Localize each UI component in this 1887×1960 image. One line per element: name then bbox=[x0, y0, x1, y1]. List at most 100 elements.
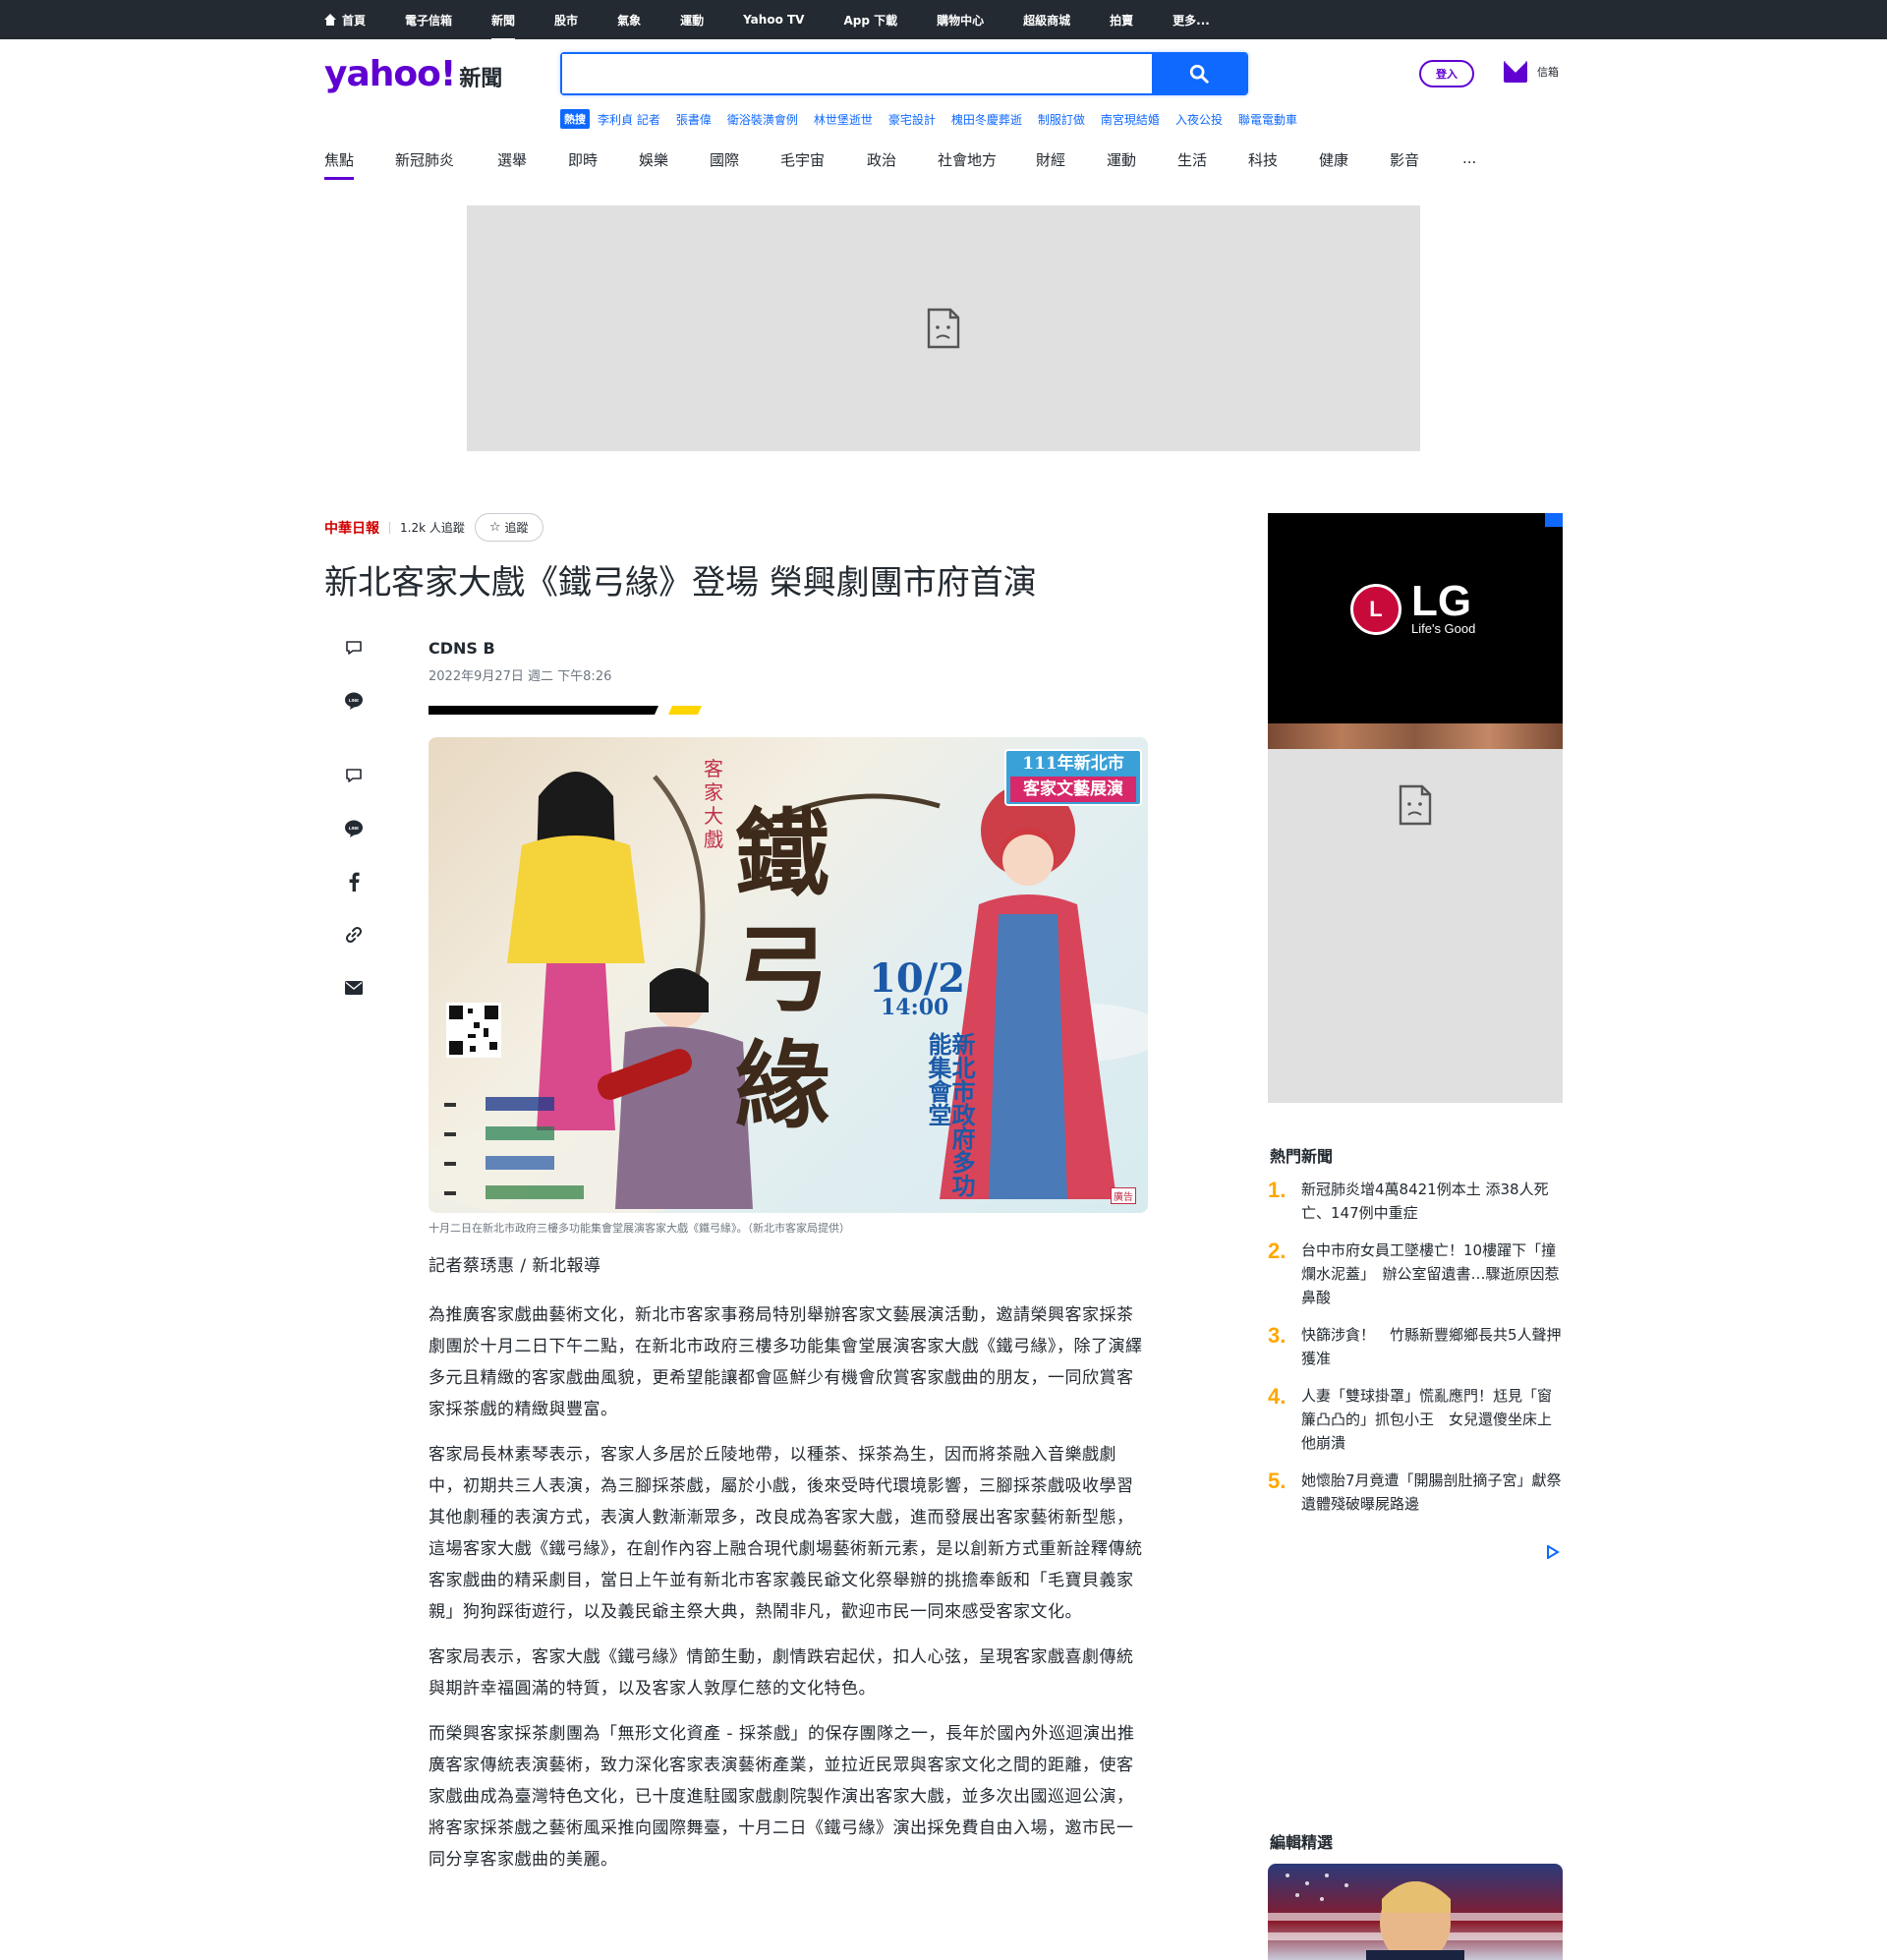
top-nav-label: 購物中心 bbox=[937, 13, 985, 28]
mail-link[interactable]: 信箱 bbox=[1504, 61, 1559, 83]
top-nav-item[interactable]: Yahoo TV bbox=[743, 13, 804, 27]
trending-item[interactable]: 1. 新冠肺炎增4萬8421例本土 添38人死亡、147例中重症 bbox=[1268, 1178, 1563, 1225]
hot-search-link[interactable]: 張書偉 bbox=[676, 111, 712, 128]
hot-search-link[interactable]: 李利貞 記者 bbox=[598, 111, 660, 128]
trending-headline: 台中市府女員工墜樓亡！10樓躍下「撞爛水泥蓋」 辦公室留遺書…驟逝原因惹鼻酸 bbox=[1301, 1241, 1560, 1306]
facebook-icon[interactable] bbox=[343, 871, 365, 893]
editor-picks-title: 編輯精選 bbox=[1270, 1833, 1334, 1852]
top-nav-item[interactable]: 氣象 bbox=[617, 12, 641, 29]
hot-search-link[interactable]: 衛浴裝潢會例 bbox=[727, 111, 798, 128]
hot-search-link[interactable]: 豪宅設計 bbox=[888, 111, 936, 128]
category-tab[interactable]: 選舉 bbox=[497, 149, 527, 170]
category-tab[interactable]: 財經 bbox=[1036, 149, 1065, 170]
category-tab[interactable]: 政治 bbox=[867, 149, 896, 170]
hot-search-link[interactable]: 入夜公投 bbox=[1175, 111, 1223, 128]
hot-search-link[interactable]: 槐田冬慶葬逝 bbox=[951, 111, 1022, 128]
trending-item[interactable]: 5. 她懷胎7月竟遭「開腸剖肚摘子宮」獻祭 遺體殘破曝屍路邊 bbox=[1268, 1469, 1576, 1516]
top-nav-item[interactable]: 運動 bbox=[680, 12, 704, 29]
top-nav-item[interactable]: App 下載 bbox=[843, 12, 897, 29]
svg-text:LINE: LINE bbox=[349, 698, 359, 703]
line-icon[interactable]: LINE bbox=[343, 818, 365, 839]
top-nav-label: 拍賣 bbox=[1110, 13, 1134, 28]
top-nav-item[interactable]: 購物中心 bbox=[937, 12, 984, 29]
trending-item[interactable]: 3. 快篩涉貪！ 竹縣新豐鄉鄉長共5人聲押獲准 bbox=[1268, 1323, 1563, 1370]
top-nav-item[interactable]: 首頁 bbox=[324, 12, 366, 29]
editor-pick-image[interactable] bbox=[1268, 1864, 1563, 1960]
copy-link-icon[interactable] bbox=[343, 924, 365, 946]
category-tab[interactable]: 毛宇宙 bbox=[780, 149, 825, 170]
broken-image-icon bbox=[927, 308, 960, 349]
trending-rank: 3. bbox=[1268, 1323, 1287, 1348]
article-paragraph: 客家局長林素琴表示，客家人多居於丘陵地帶，以種茶、採茶為生，因而將茶融入音樂戲劇… bbox=[429, 1445, 1143, 1622]
adchoices-icon[interactable] bbox=[1545, 513, 1563, 527]
author-name[interactable]: CDNS B bbox=[429, 639, 495, 658]
hot-search-link[interactable]: 林世堡逝世 bbox=[814, 111, 873, 128]
category-tab[interactable]: 社會地方 bbox=[938, 149, 997, 170]
search-input[interactable] bbox=[562, 54, 1152, 93]
trending-rank: 1. bbox=[1268, 1178, 1287, 1202]
share-rail-top: LINE bbox=[334, 637, 373, 743]
top-nav-item[interactable]: 電子信箱 bbox=[405, 12, 452, 29]
article-image[interactable]: 111年新北市 客家文藝展演 客家大戲 鐵弓緣 10/2 14:00 新北市政府… bbox=[429, 737, 1148, 1213]
top-nav-label: App 下載 bbox=[843, 13, 898, 28]
yahoo-news-logo[interactable]: yahoo! 新聞 bbox=[324, 54, 502, 94]
ad-choices-mark-icon[interactable] bbox=[1545, 1545, 1561, 1559]
comment-icon[interactable] bbox=[343, 765, 365, 786]
top-nav-label: 首頁 bbox=[342, 13, 367, 28]
follow-button[interactable]: ☆ 追蹤 bbox=[474, 513, 543, 542]
category-tab[interactable]: 影音 bbox=[1390, 149, 1419, 170]
article-body: 記者蔡琇惠 / 新北報導 為推廣客家戲曲藝術文化，新北市客家事務局特別舉辦客家文… bbox=[429, 1250, 1148, 1889]
top-nav-item[interactable]: 更多... bbox=[1172, 12, 1210, 29]
search-bar bbox=[560, 52, 1248, 95]
decorative-stripe bbox=[429, 706, 702, 715]
category-tab[interactable]: 新冠肺炎 bbox=[395, 149, 454, 170]
lg-brand: LG bbox=[1411, 577, 1472, 625]
top-nav-label: Yahoo TV bbox=[743, 13, 805, 27]
category-tab[interactable]: 科技 bbox=[1248, 149, 1278, 170]
top-nav-bar: 首頁 電子信箱 新聞 股市 氣象 運動 Yahoo TV App 下載 購物中心 超級商城 拍賣 更多… bbox=[0, 0, 1887, 41]
ad-tag: 廣告 bbox=[1111, 1187, 1136, 1204]
top-nav-item[interactable]: 新聞 bbox=[491, 12, 516, 41]
comment-icon[interactable] bbox=[343, 637, 365, 659]
category-tab[interactable]: 國際 bbox=[710, 149, 739, 170]
hot-search-link[interactable]: 制服訂做 bbox=[1038, 111, 1085, 128]
category-tab[interactable]: 健康 bbox=[1319, 149, 1348, 170]
email-share-icon[interactable] bbox=[343, 977, 365, 999]
trending-item[interactable]: 4. 人妻「雙球掛罩」慌亂應門！尪見「窗簾凸凸的」抓包小王 女兒還傻坐床上他崩潰 bbox=[1268, 1384, 1563, 1455]
hot-search-tag: 熱搜 bbox=[560, 109, 590, 129]
vertical-label: 客家大戲 bbox=[704, 757, 723, 851]
trending-title: 熱門新聞 bbox=[1270, 1147, 1334, 1166]
top-nav-item[interactable]: 股市 bbox=[554, 12, 578, 29]
category-tab[interactable]: 即時 bbox=[568, 149, 598, 170]
login-button[interactable]: 登入 bbox=[1419, 60, 1474, 87]
line-icon[interactable]: LINE bbox=[343, 690, 365, 712]
mail-label: 信箱 bbox=[1537, 66, 1559, 79]
event-badge: 111年新北市 客家文藝展演 bbox=[1004, 749, 1142, 806]
hot-search-link[interactable]: 聯電電動車 bbox=[1238, 111, 1297, 128]
top-nav-label: 股市 bbox=[554, 13, 579, 28]
source-logo[interactable]: 中華日報 bbox=[324, 518, 379, 538]
trending-searches: 熱搜 李利貞 記者 張書偉 衛浴裝潢會例 林世堡逝世 豪宅設計 槐田冬慶葬逝 制服訂做 南宮現… bbox=[560, 109, 1313, 129]
top-nav-label: 運動 bbox=[680, 13, 705, 28]
hot-search-link[interactable]: 南宮現結婚 bbox=[1101, 111, 1160, 128]
category-tab[interactable]: 娛樂 bbox=[639, 149, 668, 170]
top-nav-item[interactable]: 拍賣 bbox=[1110, 12, 1133, 29]
sidebar-ad[interactable]: L LG Life's Good bbox=[1268, 513, 1563, 1103]
top-nav-item[interactable]: 超級商城 bbox=[1023, 12, 1070, 29]
top-ad-banner[interactable] bbox=[467, 205, 1420, 451]
trending-headline: 人妻「雙球掛罩」慌亂應門！尪見「窗簾凸凸的」抓包小王 女兒還傻坐床上他崩潰 bbox=[1301, 1387, 1553, 1452]
top-nav-label: 氣象 bbox=[617, 13, 642, 28]
category-tab[interactable]: 焦點 bbox=[324, 149, 355, 180]
category-tab[interactable]: ... bbox=[1462, 149, 1476, 167]
divider bbox=[389, 521, 390, 534]
trending-rank: 4. bbox=[1268, 1384, 1287, 1409]
search-icon bbox=[1189, 64, 1209, 84]
trending-rank: 2. bbox=[1268, 1239, 1287, 1263]
home-icon bbox=[324, 14, 336, 26]
trending-item[interactable]: 2. 台中市府女員工墜樓亡！10樓躍下「撞爛水泥蓋」 辦公室留遺書…驟逝原因惹鼻酸 bbox=[1268, 1239, 1563, 1309]
logo-section: 新聞 bbox=[459, 67, 503, 91]
badge-line2: 客家文藝展演 bbox=[1010, 777, 1136, 802]
category-tab[interactable]: 生活 bbox=[1177, 149, 1207, 170]
search-button[interactable] bbox=[1152, 54, 1246, 93]
category-tab[interactable]: 運動 bbox=[1107, 149, 1136, 170]
